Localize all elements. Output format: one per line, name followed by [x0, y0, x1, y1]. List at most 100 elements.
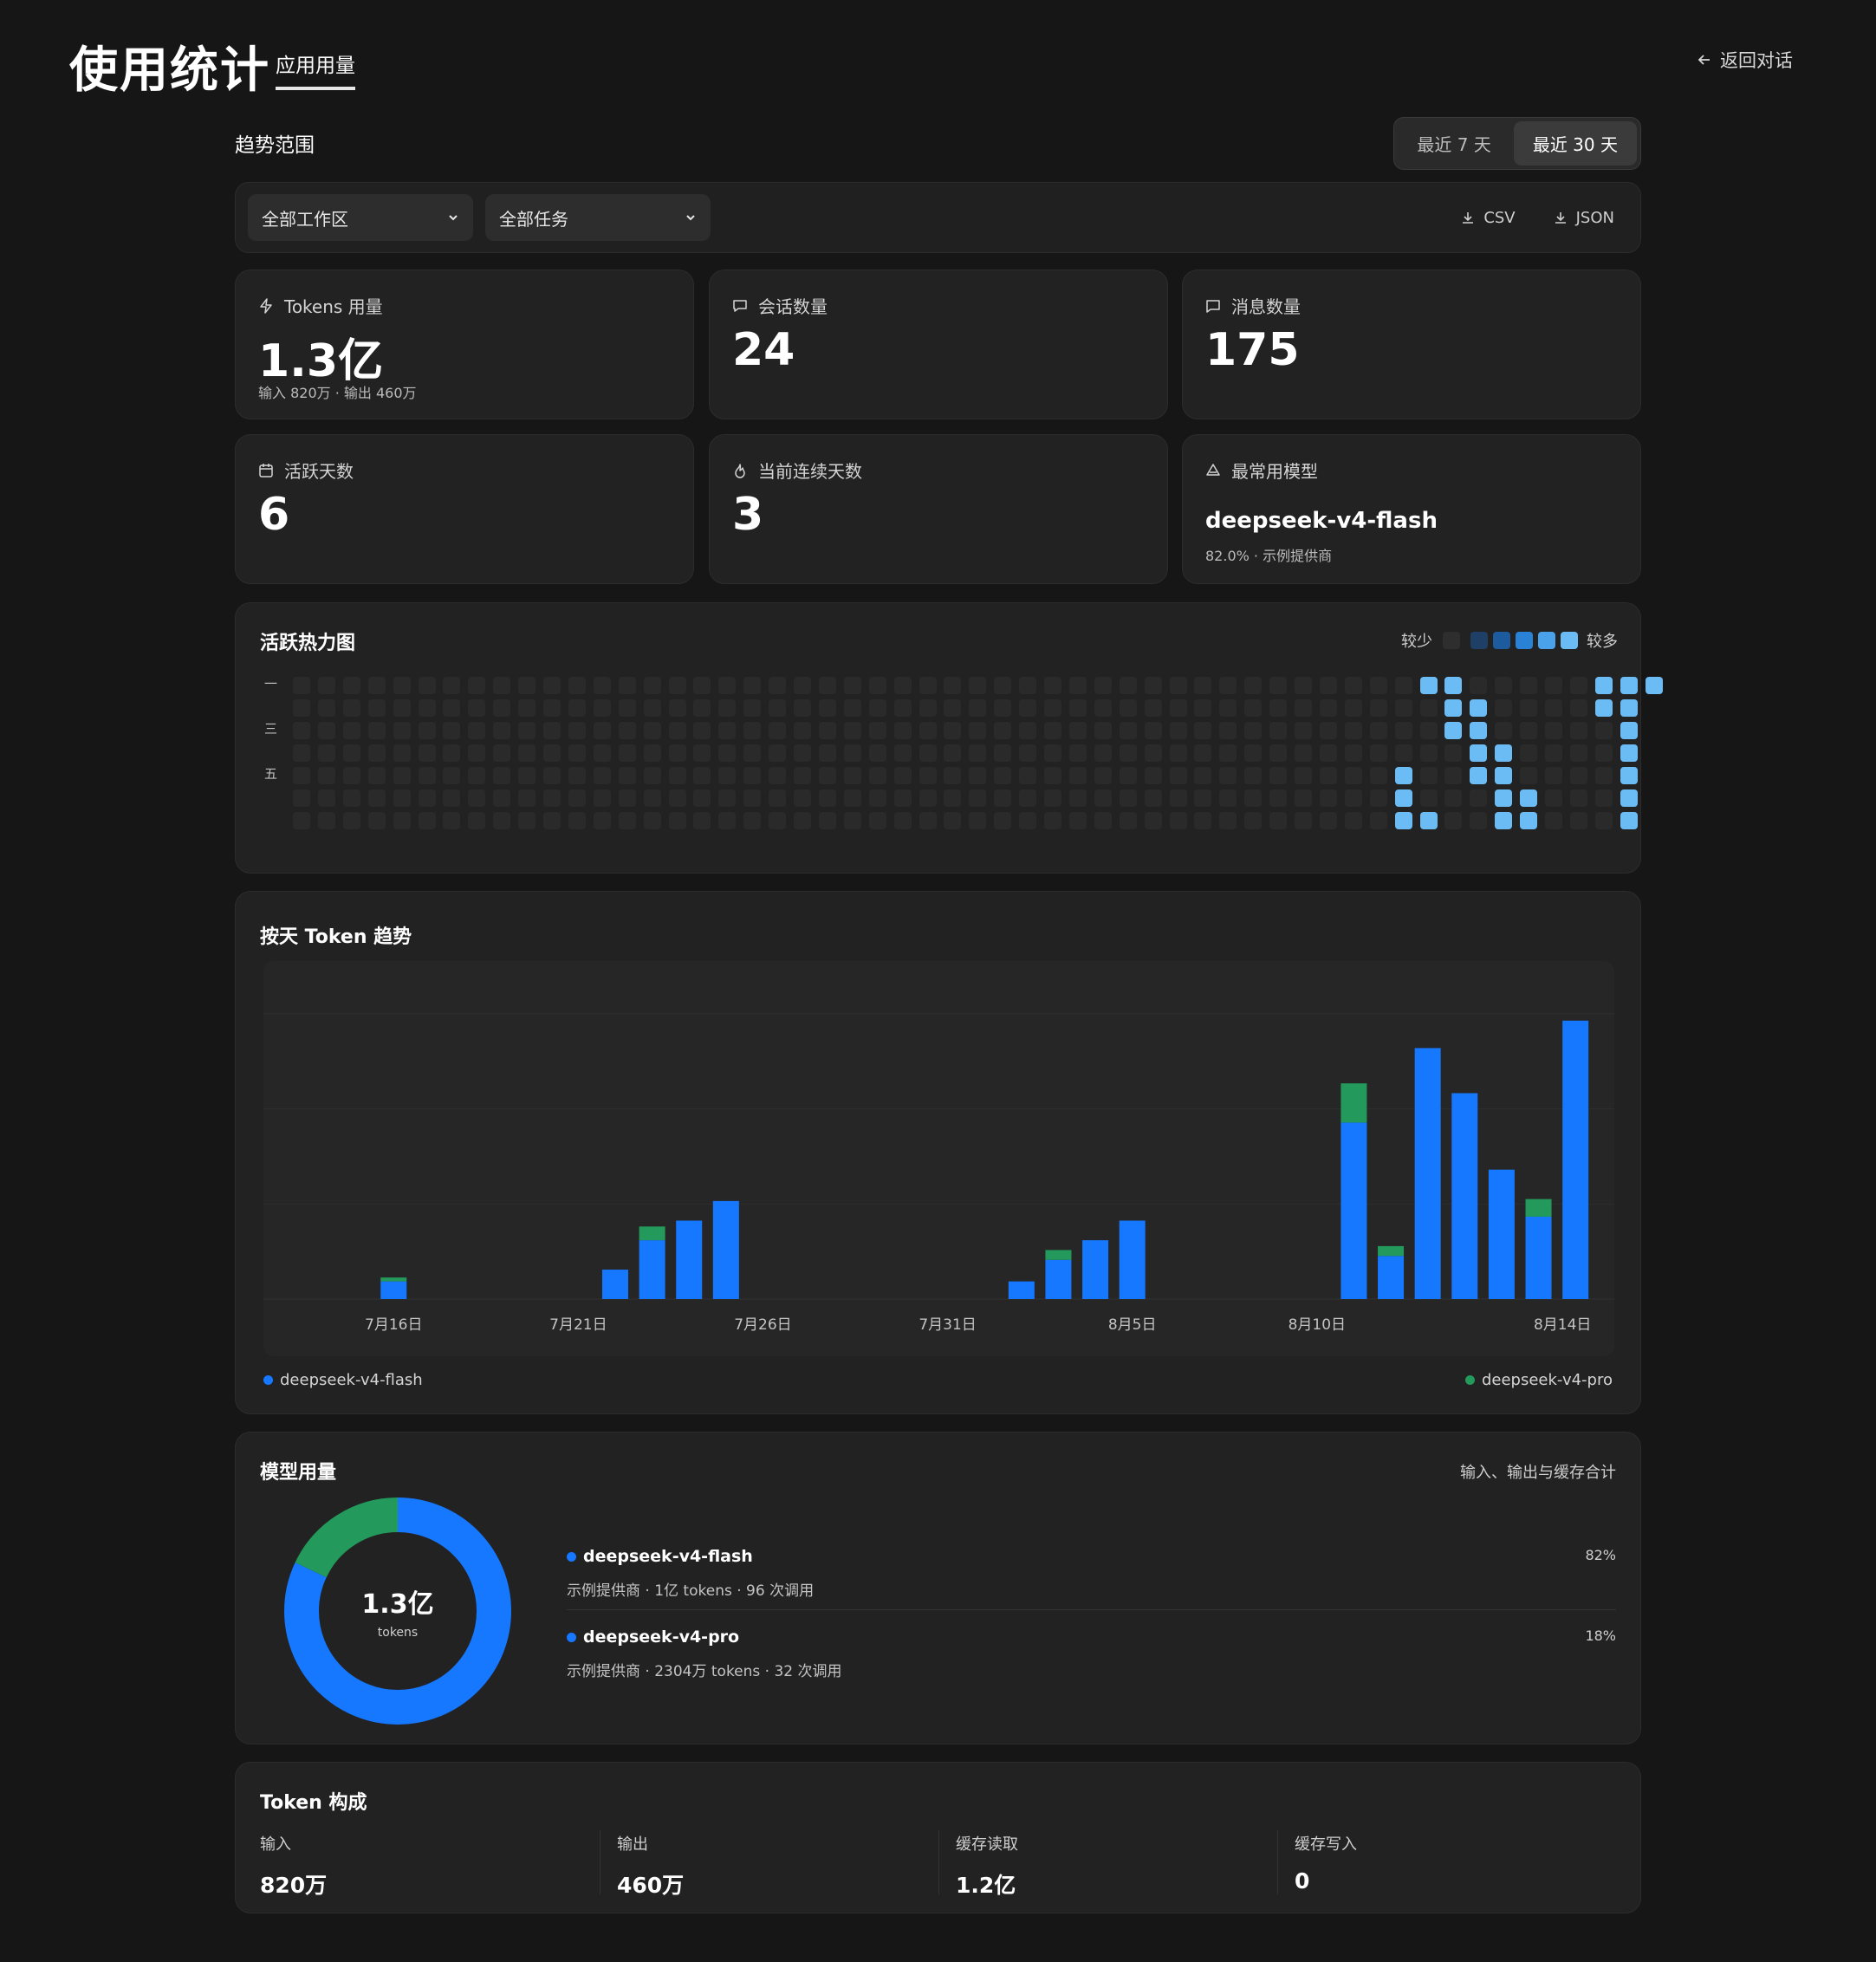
heatmap-cell[interactable]: [1569, 699, 1587, 717]
heatmap-cell[interactable]: [543, 699, 561, 717]
heatmap-cell[interactable]: [1094, 812, 1112, 829]
heatmap-cell[interactable]: [743, 812, 762, 829]
heatmap-cell[interactable]: [818, 767, 836, 784]
bar-pro[interactable]: [1340, 1083, 1367, 1123]
heatmap-cell[interactable]: [1569, 789, 1587, 807]
heatmap-cell[interactable]: [1369, 677, 1387, 694]
heatmap-cell[interactable]: [693, 722, 711, 739]
heatmap-cell[interactable]: [1068, 722, 1087, 739]
heatmap-cell[interactable]: [1594, 699, 1613, 717]
heatmap-cell[interactable]: [443, 699, 461, 717]
heatmap-cell[interactable]: [1444, 677, 1463, 694]
heatmap-cell[interactable]: [668, 812, 686, 829]
heatmap-cell[interactable]: [593, 789, 611, 807]
heatmap-cell[interactable]: [693, 812, 711, 829]
heatmap-cell[interactable]: [868, 722, 886, 739]
heatmap-cell[interactable]: [317, 767, 335, 784]
heatmap-cell[interactable]: [1119, 677, 1137, 694]
bar-flash[interactable]: [1340, 1122, 1367, 1299]
heatmap-cell[interactable]: [293, 677, 310, 694]
heatmap-cell[interactable]: [1019, 722, 1037, 739]
heatmap-cell[interactable]: [317, 677, 335, 694]
heatmap-cell[interactable]: [1419, 677, 1438, 694]
heatmap-cell[interactable]: [1219, 677, 1237, 694]
heatmap-cell[interactable]: [818, 812, 836, 829]
heatmap-cell[interactable]: [1169, 767, 1187, 784]
heatmap-cell[interactable]: [693, 699, 711, 717]
heatmap-cell[interactable]: [643, 812, 661, 829]
task-select[interactable]: 全部任务: [485, 194, 711, 241]
heatmap-cell[interactable]: [593, 812, 611, 829]
heatmap-cell[interactable]: [919, 677, 937, 694]
heatmap-cell[interactable]: [393, 677, 411, 694]
heatmap-cell[interactable]: [868, 677, 886, 694]
heatmap-cell[interactable]: [994, 767, 1012, 784]
heatmap-cell[interactable]: [718, 789, 737, 807]
heatmap-cell[interactable]: [1119, 789, 1137, 807]
heatmap-cell[interactable]: [593, 744, 611, 762]
heatmap-cell[interactable]: [1569, 767, 1587, 784]
heatmap-cell[interactable]: [843, 789, 861, 807]
heatmap-cell[interactable]: [743, 722, 762, 739]
heatmap-cell[interactable]: [568, 812, 586, 829]
heatmap-cell[interactable]: [1444, 767, 1463, 784]
heatmap-cell[interactable]: [693, 744, 711, 762]
heatmap-cell[interactable]: [1044, 812, 1061, 829]
bar-pro[interactable]: [1525, 1199, 1552, 1217]
heatmap-cell[interactable]: [868, 744, 886, 762]
heatmap-cell[interactable]: [1470, 767, 1488, 784]
heatmap-cell[interactable]: [718, 722, 737, 739]
heatmap-cell[interactable]: [543, 767, 561, 784]
heatmap-cell[interactable]: [1495, 722, 1513, 739]
heatmap-cell[interactable]: [1620, 722, 1638, 739]
heatmap-cell[interactable]: [317, 744, 335, 762]
heatmap-cell[interactable]: [1169, 699, 1187, 717]
heatmap-cell[interactable]: [843, 812, 861, 829]
heatmap-cell[interactable]: [618, 789, 636, 807]
heatmap-cell[interactable]: [293, 722, 310, 739]
heatmap-cell[interactable]: [1244, 722, 1263, 739]
heatmap-cell[interactable]: [643, 789, 661, 807]
heatmap-cell[interactable]: [1169, 744, 1187, 762]
heatmap-cell[interactable]: [1244, 812, 1263, 829]
heatmap-cell[interactable]: [1044, 789, 1061, 807]
heatmap-cell[interactable]: [1144, 699, 1162, 717]
heatmap-cell[interactable]: [1620, 744, 1638, 762]
heatmap-cell[interactable]: [443, 789, 461, 807]
heatmap-cell[interactable]: [693, 789, 711, 807]
heatmap-cell[interactable]: [518, 744, 536, 762]
heatmap-cell[interactable]: [1344, 744, 1362, 762]
heatmap-cell[interactable]: [1394, 677, 1412, 694]
heatmap-cell[interactable]: [1545, 767, 1562, 784]
export-csv-button[interactable]: CSV: [1461, 209, 1516, 227]
heatmap-cell[interactable]: [418, 767, 436, 784]
bar-flash[interactable]: [639, 1240, 665, 1299]
heatmap-cell[interactable]: [543, 677, 561, 694]
heatmap-cell[interactable]: [468, 699, 486, 717]
heatmap-cell[interactable]: [843, 744, 861, 762]
heatmap-cell[interactable]: [1244, 744, 1263, 762]
heatmap-cell[interactable]: [518, 722, 536, 739]
heatmap-cell[interactable]: [994, 812, 1012, 829]
heatmap-cell[interactable]: [969, 789, 987, 807]
heatmap-cell[interactable]: [1444, 744, 1463, 762]
back-to-chat-link[interactable]: 返回对话: [1697, 47, 1793, 73]
heatmap-cell[interactable]: [1545, 744, 1562, 762]
heatmap-cell[interactable]: [919, 722, 937, 739]
heatmap-cell[interactable]: [468, 744, 486, 762]
heatmap-cell[interactable]: [317, 699, 335, 717]
heatmap-cell[interactable]: [1194, 699, 1212, 717]
heatmap-cell[interactable]: [693, 767, 711, 784]
heatmap-cell[interactable]: [293, 699, 310, 717]
heatmap-cell[interactable]: [568, 744, 586, 762]
heatmap-cell[interactable]: [1344, 722, 1362, 739]
heatmap-cell[interactable]: [1594, 812, 1613, 829]
heatmap-cell[interactable]: [794, 767, 811, 784]
heatmap-cell[interactable]: [643, 699, 661, 717]
heatmap-cell[interactable]: [1068, 744, 1087, 762]
heatmap-cell[interactable]: [743, 699, 762, 717]
heatmap-cell[interactable]: [919, 744, 937, 762]
heatmap-cell[interactable]: [1495, 744, 1513, 762]
heatmap-cell[interactable]: [1169, 812, 1187, 829]
heatmap-cell[interactable]: [543, 744, 561, 762]
